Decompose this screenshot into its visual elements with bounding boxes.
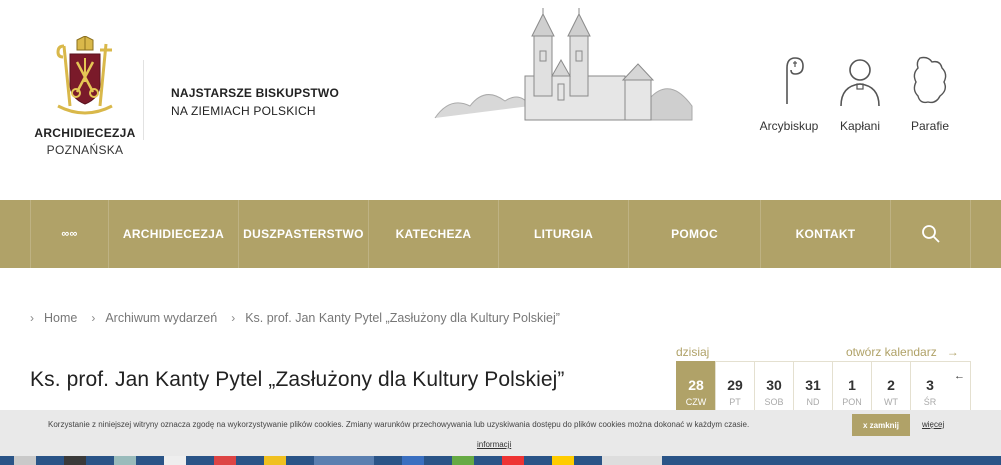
breadcrumb-current: Ks. prof. Jan Kanty Pytel „Zasłużony dla… xyxy=(245,311,560,325)
logo-name: ARCHIDIECEZJA xyxy=(34,126,136,140)
day-number: 31 xyxy=(805,377,821,393)
nav-item-liturgia[interactable]: LITURGIA xyxy=(498,200,628,268)
taskbar-app-icon[interactable] xyxy=(552,456,574,465)
day-number: 2 xyxy=(887,377,895,393)
taskbar-app-icon[interactable] xyxy=(452,456,474,465)
open-calendar-label: otwórz kalendarz xyxy=(846,345,937,359)
search-icon xyxy=(921,225,940,243)
nav-item-kontakt[interactable]: KONTAKT xyxy=(760,200,890,268)
day-number: 1 xyxy=(848,377,856,393)
nav-item-archidiecezja[interactable]: ARCHIDIECEZJA xyxy=(108,200,238,268)
day-name: WT xyxy=(884,397,898,407)
nav-item-duszpasterstwo[interactable]: DUSZPASTERSTWO xyxy=(238,200,368,268)
day-name: ŚR xyxy=(923,397,937,407)
taskbar-app-icon[interactable] xyxy=(314,456,374,465)
cookie-more-link[interactable]: więcej xyxy=(922,420,944,429)
taskbar-app-icon[interactable] xyxy=(602,456,662,465)
calendar-day[interactable]: 2 WT xyxy=(871,361,910,411)
map-outline-icon xyxy=(913,56,947,104)
day-name: SOB xyxy=(764,397,784,407)
nav-edge xyxy=(970,200,1001,268)
calendar-today-link[interactable]: dzisiaj xyxy=(676,345,709,359)
archdiocese-crest-icon xyxy=(56,36,113,115)
calendar-day[interactable]: 28 CZW xyxy=(676,361,715,411)
site-logo[interactable]: ARCHIDIECEZJA POZNAŃSKA xyxy=(30,36,140,157)
taskbar-app-icon[interactable] xyxy=(164,456,186,465)
nav-item-home[interactable]: ∞∞ xyxy=(30,200,108,268)
quicklink-kaplani[interactable]: Kapłani xyxy=(820,54,900,133)
day-name: ND xyxy=(806,397,820,407)
crozier-icon xyxy=(786,57,804,104)
day-number: 3 xyxy=(926,377,934,393)
chevron-right-icon: › xyxy=(91,311,96,325)
day-name: CZW xyxy=(685,397,707,407)
header-divider xyxy=(143,60,144,140)
main-nav: ∞∞ ARCHIDIECEZJA DUSZPASTERSTWO KATECHEZ… xyxy=(0,200,1001,268)
arrow-right-icon: → xyxy=(946,345,959,359)
breadcrumb: › Home › Archiwum wydarzeń › Ks. prof. J… xyxy=(30,311,574,325)
chevron-right-icon: › xyxy=(30,311,34,325)
taskbar-app-icon[interactable] xyxy=(114,456,136,465)
calendar-day[interactable]: 29 PT xyxy=(715,361,754,411)
cookie-more-link-2[interactable]: informacji xyxy=(477,440,511,449)
taskbar-app-icon[interactable] xyxy=(14,456,36,465)
calendar-prev-button[interactable]: ← xyxy=(949,361,971,411)
taskbar-app-icon[interactable] xyxy=(402,456,424,465)
cookie-bar: Korzystanie z niniejszej witryny oznacza… xyxy=(0,410,1001,456)
arrow-left-icon: ← xyxy=(954,370,965,382)
calendar-day[interactable]: 30 SOB xyxy=(754,361,793,411)
page-title: Ks. prof. Jan Kanty Pytel „Zasłużony dla… xyxy=(30,368,565,391)
cookie-text: Korzystanie z niniejszej witryny oznacza… xyxy=(48,420,750,429)
taskbar-app-icon[interactable] xyxy=(264,456,286,465)
breadcrumb-archive[interactable]: Archiwum wydarzeń xyxy=(105,311,217,325)
open-calendar-link[interactable]: otwórz kalendarz → xyxy=(846,345,959,359)
chevron-right-icon: › xyxy=(231,311,236,325)
day-name: PON xyxy=(842,397,862,407)
calendar-day[interactable]: 31 ND xyxy=(793,361,832,411)
nav-item-pomoc[interactable]: POMOC xyxy=(628,200,760,268)
site-tagline: NAJSTARSZE BISKUPSTWO NA ZIEMIACH POLSKI… xyxy=(171,84,339,120)
priest-icon xyxy=(840,59,880,107)
taskbar-app-icon[interactable] xyxy=(64,456,86,465)
day-name: PT xyxy=(729,397,741,407)
quicklink-label: Parafie xyxy=(910,119,950,133)
cookie-close-button[interactable]: x zamknij xyxy=(852,414,910,436)
quicklink-arcybiskup[interactable]: Arcybiskup xyxy=(749,54,829,133)
day-number: 28 xyxy=(688,377,704,393)
tagline-line-1: NAJSTARSZE BISKUPSTWO xyxy=(171,86,339,100)
os-taskbar xyxy=(0,456,1001,465)
taskbar-app-icon[interactable] xyxy=(502,456,524,465)
quicklink-label: Arcybiskup xyxy=(759,119,819,133)
calendar-day[interactable]: 1 PON xyxy=(832,361,871,411)
breadcrumb-home[interactable]: Home xyxy=(44,311,77,325)
tagline-line-2: NA ZIEMIACH POLSKICH xyxy=(171,104,316,118)
cathedral-illustration xyxy=(434,8,693,121)
logo-subtitle: POZNAŃSKA xyxy=(46,143,124,157)
nav-search-button[interactable] xyxy=(890,200,970,268)
day-number: 29 xyxy=(727,377,743,393)
nav-item-katecheza[interactable]: KATECHEZA xyxy=(368,200,498,268)
day-number: 30 xyxy=(766,377,782,393)
quicklink-label: Kapłani xyxy=(839,119,881,133)
calendar-day[interactable]: 3 ŚR xyxy=(910,361,949,411)
taskbar-app-icon[interactable] xyxy=(214,456,236,465)
calendar-strip: 28 CZW 29 PT 30 SOB 31 ND 1 PON 2 WT 3 Ś… xyxy=(676,361,971,411)
quicklink-parafie[interactable]: Parafie xyxy=(890,54,970,133)
page: ARCHIDIECEZJA POZNAŃSKA NAJSTARSZE BISKU… xyxy=(0,0,1001,465)
